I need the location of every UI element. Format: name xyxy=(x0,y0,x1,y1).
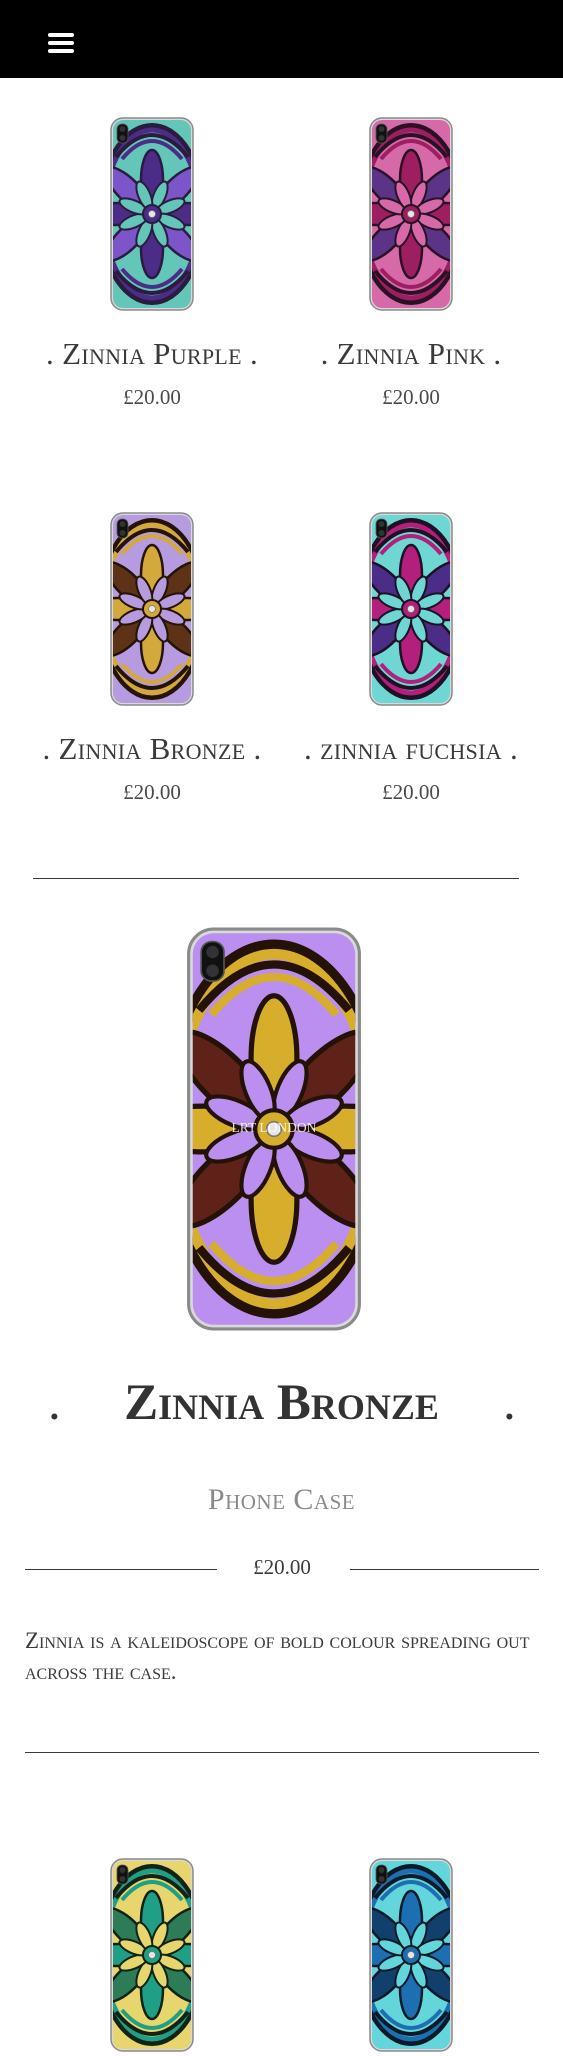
product-hero-image[interactable]: LRT LONDON xyxy=(174,927,374,1331)
related-item-title[interactable]: . Zinnia Purple . xyxy=(37,338,267,369)
related-item-price: £20.00 xyxy=(123,385,181,409)
related-item-zinnia-pink[interactable]: . Zinnia Pink . £20.00 xyxy=(296,117,526,410)
hamburger-menu-icon[interactable] xyxy=(48,30,78,54)
product-price: £20.00 xyxy=(253,1555,311,1579)
phone-case-image[interactable] xyxy=(110,117,194,311)
related-item-title[interactable]: . Zinnia Pink . xyxy=(296,338,526,369)
menu-line xyxy=(48,33,74,37)
phone-case-image[interactable] xyxy=(369,512,453,706)
title-dot-right: . xyxy=(503,1375,516,1431)
menu-line xyxy=(48,49,74,53)
related-item-zinnia-fuchsia[interactable]: . zinnia fuchsia . £20.00 xyxy=(296,512,526,805)
phone-case-image[interactable] xyxy=(110,1858,194,2052)
product-description: Zinnia is a kaleidoscope of bold colour … xyxy=(25,1628,530,1684)
related-item-title[interactable]: . zinnia fuchsia . xyxy=(296,733,526,764)
related-item-price: £20.00 xyxy=(123,780,181,804)
product-subtitle: Phone Case xyxy=(207,1483,356,1516)
related-item-bottom-2[interactable] xyxy=(296,1858,526,2056)
price-divider-left xyxy=(25,1569,217,1570)
related-item-price: £20.00 xyxy=(382,385,440,409)
menu-line xyxy=(48,41,74,45)
product-title: Zinnia Bronze xyxy=(124,1375,439,1431)
related-item-zinnia-bronze[interactable]: . Zinnia Bronze . £20.00 xyxy=(37,512,267,805)
related-item-zinnia-purple[interactable]: . Zinnia Purple . £20.00 xyxy=(37,117,267,410)
section-divider xyxy=(25,1752,539,1753)
phone-case-image[interactable] xyxy=(110,512,194,706)
brand-watermark: LRT LONDON xyxy=(232,1120,317,1135)
related-item-title[interactable]: . Zinnia Bronze . xyxy=(37,733,267,764)
related-item-price: £20.00 xyxy=(382,780,440,804)
price-divider-right xyxy=(350,1569,539,1570)
phone-case-image[interactable] xyxy=(369,117,453,311)
related-item-bottom-1[interactable] xyxy=(37,1858,267,2056)
top-navigation-bar xyxy=(0,0,563,78)
section-divider xyxy=(33,878,519,879)
phone-case-image[interactable] xyxy=(369,1858,453,2052)
